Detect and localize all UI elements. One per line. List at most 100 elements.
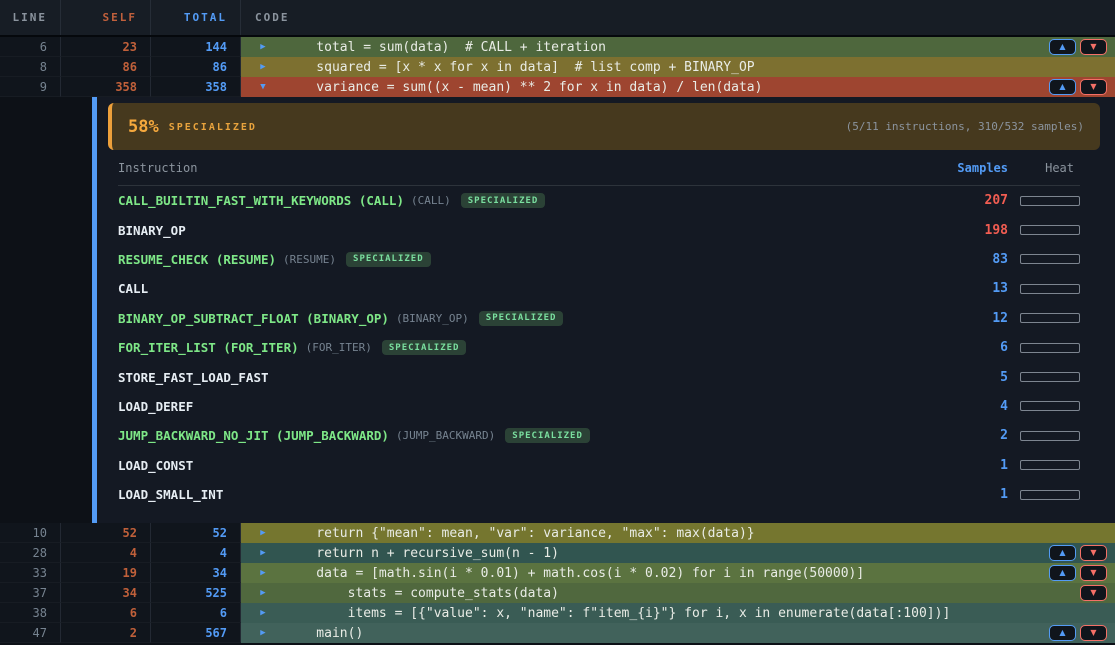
instruction-sample-count: 1 <box>938 487 1008 502</box>
instruction-table: Instruction Samples Heat CALL_BUILTIN_FA… <box>108 150 1100 523</box>
code-line[interactable]: ▶ items = [{"value": x, "name": f"item_{… <box>241 603 1115 623</box>
instruction-name: LOAD_DEREF <box>118 399 193 414</box>
instruction-sample-count: 198 <box>938 223 1008 238</box>
instruction-row: LOAD_DEREF 4 <box>118 392 1080 421</box>
source-code: main() <box>285 626 1049 641</box>
expander-icon[interactable]: ▶ <box>241 548 285 558</box>
profiler-window: LINE SELF TOTAL CODE 6 23 144 ▶ total = … <box>0 0 1115 645</box>
heat-bar <box>1020 225 1080 235</box>
code-line[interactable]: ▶ stats = compute_stats(data) ▲ ▼ <box>241 583 1115 603</box>
instruction-column-label: Instruction <box>118 161 938 175</box>
instruction-row: FOR_ITER_LIST (FOR_ITER) (FOR_ITER) SPEC… <box>118 333 1080 362</box>
specialized-badge: SPECIALIZED <box>382 340 467 355</box>
expander-icon[interactable]: ▶ <box>241 42 285 52</box>
instruction-sample-count: 1 <box>938 458 1008 473</box>
jump-up-button[interactable]: ▲ <box>1049 545 1076 561</box>
total-samples: 4 <box>151 543 241 563</box>
heat-bar <box>1020 254 1080 264</box>
source-code: data = [math.sin(i * 0.01) + math.cos(i … <box>285 566 1049 581</box>
specialized-label: SPECIALIZED <box>169 122 257 133</box>
instruction-sample-count: 13 <box>938 281 1008 296</box>
code-line[interactable]: ▶ return n + recursive_sum(n - 1) ▲ ▼ <box>241 543 1115 563</box>
source-code: total = sum(data) # CALL + iteration <box>285 40 1049 55</box>
instruction-row: LOAD_SMALL_INT 1 <box>118 480 1080 509</box>
line-number: 38 <box>0 603 61 623</box>
expander-icon[interactable]: ▶ <box>241 62 285 72</box>
jump-down-button[interactable]: ▼ <box>1080 585 1107 601</box>
code-line[interactable]: ▶ main() ▲ ▼ <box>241 623 1115 643</box>
table-row: 38 6 6 ▶ items = [{"value": x, "name": f… <box>0 603 1115 623</box>
line-number: 9 <box>0 77 61 97</box>
jump-up-button[interactable]: ▲ <box>1049 79 1076 95</box>
line-number: 10 <box>0 523 61 543</box>
expander-icon[interactable]: ▶ <box>241 528 285 538</box>
table-row: 33 19 34 ▶ data = [math.sin(i * 0.01) + … <box>0 563 1115 583</box>
column-header-line: LINE <box>0 0 61 35</box>
jump-up-button[interactable]: ▲ <box>1049 565 1076 581</box>
heat-bar <box>1020 196 1080 206</box>
self-samples: 358 <box>61 77 151 97</box>
heat-bar <box>1020 284 1080 294</box>
code-line[interactable]: ▶ total = sum(data) # CALL + iteration ▲… <box>241 37 1115 57</box>
specialized-badge: SPECIALIZED <box>346 252 431 267</box>
jump-up-button[interactable]: ▲ <box>1049 625 1076 641</box>
expander-icon[interactable]: ▼ <box>241 82 285 92</box>
instruction-row: LOAD_CONST 1 <box>118 451 1080 480</box>
instruction-sample-count: 2 <box>938 428 1008 443</box>
nav-buttons: ▲ ▼ <box>1080 585 1115 601</box>
jump-down-button[interactable]: ▼ <box>1080 39 1107 55</box>
line-number: 33 <box>0 563 61 583</box>
instruction-base-opcode: (BINARY_OP) <box>396 312 469 325</box>
specialized-badge: SPECIALIZED <box>479 311 564 326</box>
heat-bar <box>1020 460 1080 470</box>
nav-buttons: ▲ ▼ <box>1049 565 1115 581</box>
code-line[interactable]: ▶ return {"mean": mean, "var": variance,… <box>241 523 1115 543</box>
instruction-row: BINARY_OP 198 <box>118 215 1080 244</box>
jump-down-button[interactable]: ▼ <box>1080 625 1107 641</box>
table-row: 9 358 358 ▼ variance = sum((x - mean) **… <box>0 77 1115 97</box>
panel-left-gutter <box>0 97 92 523</box>
specialized-badge: SPECIALIZED <box>505 428 590 443</box>
code-line[interactable]: ▶ data = [math.sin(i * 0.01) + math.cos(… <box>241 563 1115 583</box>
jump-down-button[interactable]: ▼ <box>1080 545 1107 561</box>
jump-up-button[interactable]: ▲ <box>1049 39 1076 55</box>
total-samples: 358 <box>151 77 241 97</box>
table-row: 47 2 567 ▶ main() ▲ ▼ <box>0 623 1115 643</box>
line-number: 37 <box>0 583 61 603</box>
self-samples: 2 <box>61 623 151 643</box>
heat-bar <box>1020 313 1080 323</box>
panel-body: 58% SPECIALIZED (5/11 instructions, 310/… <box>97 97 1115 523</box>
specialized-badge: SPECIALIZED <box>461 193 546 208</box>
instruction-name: CALL <box>118 281 148 296</box>
instruction-row: CALL_BUILTIN_FAST_WITH_KEYWORDS (CALL) (… <box>118 186 1080 215</box>
expander-icon[interactable]: ▶ <box>241 608 285 618</box>
instruction-name: LOAD_SMALL_INT <box>118 487 223 502</box>
self-samples: 52 <box>61 523 151 543</box>
instruction-name: FOR_ITER_LIST (FOR_ITER) <box>118 340 299 355</box>
column-header-total: TOTAL <box>151 0 241 35</box>
code-line[interactable]: ▶ squared = [x * x for x in data] # list… <box>241 57 1115 77</box>
instruction-row: BINARY_OP_SUBTRACT_FLOAT (BINARY_OP) (BI… <box>118 304 1080 333</box>
expander-icon[interactable]: ▶ <box>241 628 285 638</box>
total-samples: 52 <box>151 523 241 543</box>
instruction-sample-count: 5 <box>938 370 1008 385</box>
total-samples: 144 <box>151 37 241 57</box>
line-number: 47 <box>0 623 61 643</box>
self-samples: 6 <box>61 603 151 623</box>
line-number: 6 <box>0 37 61 57</box>
expander-icon[interactable]: ▶ <box>241 588 285 598</box>
instruction-row: CALL 13 <box>118 274 1080 303</box>
total-samples: 86 <box>151 57 241 77</box>
total-samples: 567 <box>151 623 241 643</box>
instruction-table-header: Instruction Samples Heat <box>118 150 1080 186</box>
jump-down-button[interactable]: ▼ <box>1080 79 1107 95</box>
instruction-name: BINARY_OP_SUBTRACT_FLOAT (BINARY_OP) <box>118 311 389 326</box>
expander-icon[interactable]: ▶ <box>241 568 285 578</box>
heat-bar <box>1020 343 1080 353</box>
nav-buttons: ▲ ▼ <box>1049 625 1115 641</box>
self-samples: 23 <box>61 37 151 57</box>
table-row: 37 34 525 ▶ stats = compute_stats(data) … <box>0 583 1115 603</box>
jump-down-button[interactable]: ▼ <box>1080 565 1107 581</box>
code-line[interactable]: ▼ variance = sum((x - mean) ** 2 for x i… <box>241 77 1115 97</box>
total-samples: 34 <box>151 563 241 583</box>
